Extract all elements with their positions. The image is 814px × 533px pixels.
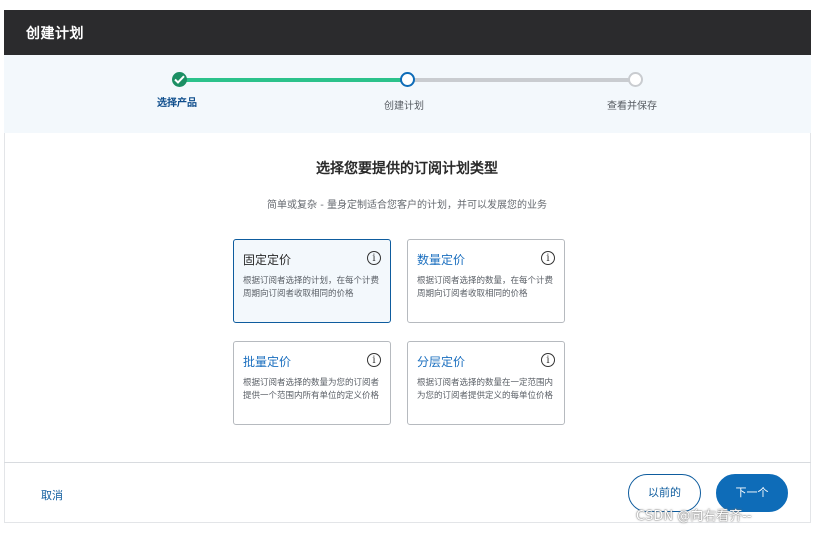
- cancel-link[interactable]: 取消: [41, 487, 63, 503]
- option-description: 根据订阅者选择的数量在一定范围内为您的订阅者提供定义的每单位价格: [417, 378, 554, 401]
- dialog-title: 创建计划: [26, 26, 84, 42]
- option-title: 数量定价: [417, 253, 466, 267]
- info-icon[interactable]: i: [541, 353, 555, 367]
- stepper-track-completed: [179, 78, 407, 82]
- option-description: 根据订阅者选择的数量，在每个计费周期向订阅者收取相同的价格: [417, 276, 554, 299]
- step-2-label: 创建计划: [384, 101, 424, 112]
- watermark: CSDN @向右看齐--: [636, 509, 752, 524]
- option-title: 固定定价: [243, 253, 292, 267]
- info-icon[interactable]: i: [367, 353, 381, 367]
- step-3-node: [628, 72, 643, 87]
- option-title: 批量定价: [243, 355, 292, 369]
- step-3-label: 查看并保存: [607, 101, 657, 112]
- option-description: 根据订阅者选择的数量为您的订阅者提供一个范围内所有单位的定义价格: [243, 378, 380, 401]
- page-heading: 选择您要提供的订阅计划类型: [316, 161, 498, 177]
- step-2-node: [400, 72, 415, 87]
- footer-divider: [4, 462, 811, 463]
- option-card-volume-pricing[interactable]: 批量定价 i 根据订阅者选择的数量为您的订阅者提供一个范围内所有单位的定义价格: [233, 341, 391, 425]
- info-icon[interactable]: i: [367, 251, 381, 265]
- info-icon[interactable]: i: [541, 251, 555, 265]
- option-description: 根据订阅者选择的计划，在每个计费周期向订阅者收取相同的价格: [243, 276, 380, 299]
- page-subheading: 简单或复杂 - 量身定制适合您客户的计划，并可以发展您的业务: [267, 200, 547, 211]
- progress-stepper: 选择产品 创建计划 查看并保存: [4, 55, 811, 133]
- option-card-tiered-pricing[interactable]: 分层定价 i 根据订阅者选择的数量在一定范围内为您的订阅者提供定义的每单位价格: [407, 341, 565, 425]
- stepper-track-pending: [407, 78, 635, 82]
- option-card-quantity-pricing[interactable]: 数量定价 i 根据订阅者选择的数量，在每个计费周期向订阅者收取相同的价格: [407, 239, 565, 323]
- title-bar: 创建计划: [4, 10, 811, 55]
- step-1-label: 选择产品: [157, 98, 197, 109]
- step-1-check-icon: [172, 72, 187, 87]
- option-card-fixed-pricing[interactable]: 固定定价 i 根据订阅者选择的计划，在每个计费周期向订阅者收取相同的价格: [233, 239, 391, 323]
- option-title: 分层定价: [417, 355, 466, 369]
